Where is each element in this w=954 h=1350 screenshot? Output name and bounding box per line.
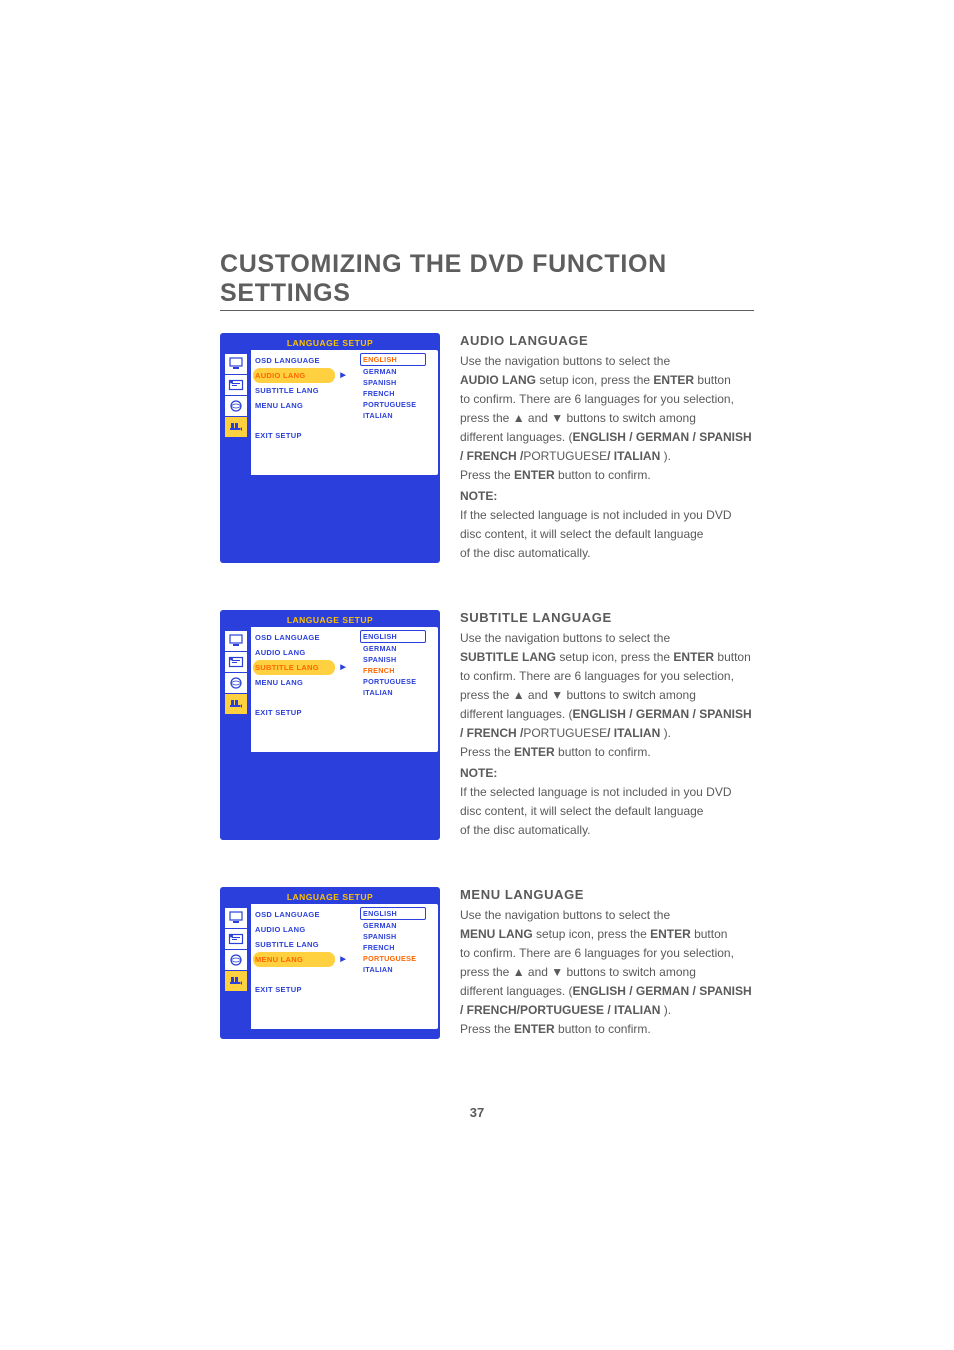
osd-option-item: ITALIAN [363,964,435,975]
osd-menu-column: OSD LANGUAGEAUDIO LANGSUBTITLE LANGMENU … [251,350,359,475]
note-line: of the disc automatically. [460,821,754,840]
osd-category-icon [225,652,247,672]
osd-option-item: ENGLISH [360,630,426,643]
section-body: SUBTITLE LANGUAGE Use the navigation butt… [460,608,754,840]
section: LANGUAGE SETUPOSD LANGUAGEAUDIO LANGSUBT… [220,885,754,1039]
osd-option-item: FRENCH [363,388,435,399]
section-heading: MENU LANGUAGE [460,885,754,904]
osd-category-icon [225,631,247,651]
osd-category-icon [225,375,247,395]
osd-menu-item: MENU LANG [253,952,335,967]
osd-options-column: ENGLISHGERMANSPANISHFRENCHPORTUGUESEITAL… [359,350,438,475]
osd-icon-column [222,627,251,752]
osd-option-item: ENGLISH [360,353,426,366]
osd-option-item: GERMAN [363,643,435,654]
osd-category-icon [225,971,247,991]
osd-category-icon [225,929,247,949]
osd-option-item: PORTUGUESE [363,676,435,687]
section-body: MENU LANGUAGE Use the navigation buttons … [460,885,754,1039]
osd-title: LANGUAGE SETUP [222,889,438,904]
osd-category-icon [225,908,247,928]
osd-option-item: SPANISH [363,654,435,665]
section-heading: SUBTITLE LANGUAGE [460,608,754,627]
osd-menu-item: SUBTITLE LANG [255,383,359,398]
osd-menu-item: MENU LANG [255,398,359,413]
osd-option-item: ITALIAN [363,687,435,698]
osd-icon-column [222,350,251,475]
osd-category-icon [225,354,247,374]
page-number: 37 [0,1105,954,1120]
osd-option-item: FRENCH [363,942,435,953]
osd-category-icon [225,694,247,714]
page-title: CUSTOMIZING THE DVD FUNCTION SETTINGS [220,250,754,308]
osd-menu-item: OSD LANGUAGE [255,907,359,922]
osd-category-icon [225,950,247,970]
note-line: of the disc automatically. [460,544,754,563]
section-heading: AUDIO LANGUAGE [460,331,754,350]
osd-inner: OSD LANGUAGEAUDIO LANGSUBTITLE LANGMENU … [222,350,438,475]
osd-menu-column: OSD LANGUAGEAUDIO LANGSUBTITLE LANGMENU … [251,904,359,1029]
section: LANGUAGE SETUPOSD LANGUAGEAUDIO LANGSUBT… [220,608,754,840]
osd-title: LANGUAGE SETUP [222,335,438,350]
note-line: disc content, it will select the default… [460,525,754,544]
osd-menu-column: OSD LANGUAGEAUDIO LANGSUBTITLE LANGMENU … [251,627,359,752]
osd-inner: OSD LANGUAGEAUDIO LANGSUBTITLE LANGMENU … [222,627,438,752]
osd-screenshot: LANGUAGE SETUPOSD LANGUAGEAUDIO LANGSUBT… [220,610,440,840]
osd-menu-item: SUBTITLE LANG [253,660,335,675]
osd-menu-item: OSD LANGUAGE [255,353,359,368]
osd-title: LANGUAGE SETUP [222,612,438,627]
osd-option-item: PORTUGUESE [363,953,435,964]
osd-option-item: PORTUGUESE [363,399,435,410]
note-label: NOTE: [460,764,754,783]
osd-menu-item: AUDIO LANG [253,368,335,383]
title-divider [220,310,754,311]
section-body: AUDIO LANGUAGE Use the navigation buttons… [460,331,754,563]
section-paragraph: Use the navigation buttons to select the… [460,906,754,1039]
section-paragraph: Use the navigation buttons to select the… [460,629,754,762]
osd-option-item: ITALIAN [363,410,435,421]
note-line: disc content, it will select the default… [460,802,754,821]
osd-menu-item: AUDIO LANG [255,922,359,937]
osd-category-icon [225,417,247,437]
osd-menu-item: EXIT SETUP [255,705,359,720]
osd-options-column: ENGLISHGERMANSPANISHFRENCHPORTUGUESEITAL… [359,627,438,752]
note-label: NOTE: [460,487,754,506]
osd-menu-item: AUDIO LANG [255,645,359,660]
osd-option-item: GERMAN [363,920,435,931]
osd-category-icon [225,673,247,693]
note-line: If the selected language is not included… [460,783,754,802]
section-paragraph: Use the navigation buttons to select the… [460,352,754,485]
osd-option-item: SPANISH [363,377,435,388]
osd-menu-item: OSD LANGUAGE [255,630,359,645]
osd-option-item: SPANISH [363,931,435,942]
osd-menu-item: EXIT SETUP [255,428,359,443]
osd-options-column: ENGLISHGERMANSPANISHFRENCHPORTUGUESEITAL… [359,904,438,1029]
osd-menu-item: EXIT SETUP [255,982,359,997]
osd-icon-column [222,904,251,1029]
osd-category-icon [225,396,247,416]
osd-option-item: FRENCH [363,665,435,676]
osd-inner: OSD LANGUAGEAUDIO LANGSUBTITLE LANGMENU … [222,904,438,1029]
note-line: If the selected language is not included… [460,506,754,525]
osd-menu-item: SUBTITLE LANG [255,937,359,952]
osd-menu-item: MENU LANG [255,675,359,690]
osd-option-item: ENGLISH [360,907,426,920]
osd-screenshot: LANGUAGE SETUPOSD LANGUAGEAUDIO LANGSUBT… [220,333,440,563]
osd-screenshot: LANGUAGE SETUPOSD LANGUAGEAUDIO LANGSUBT… [220,887,440,1039]
osd-option-item: GERMAN [363,366,435,377]
section: LANGUAGE SETUPOSD LANGUAGEAUDIO LANGSUBT… [220,331,754,563]
